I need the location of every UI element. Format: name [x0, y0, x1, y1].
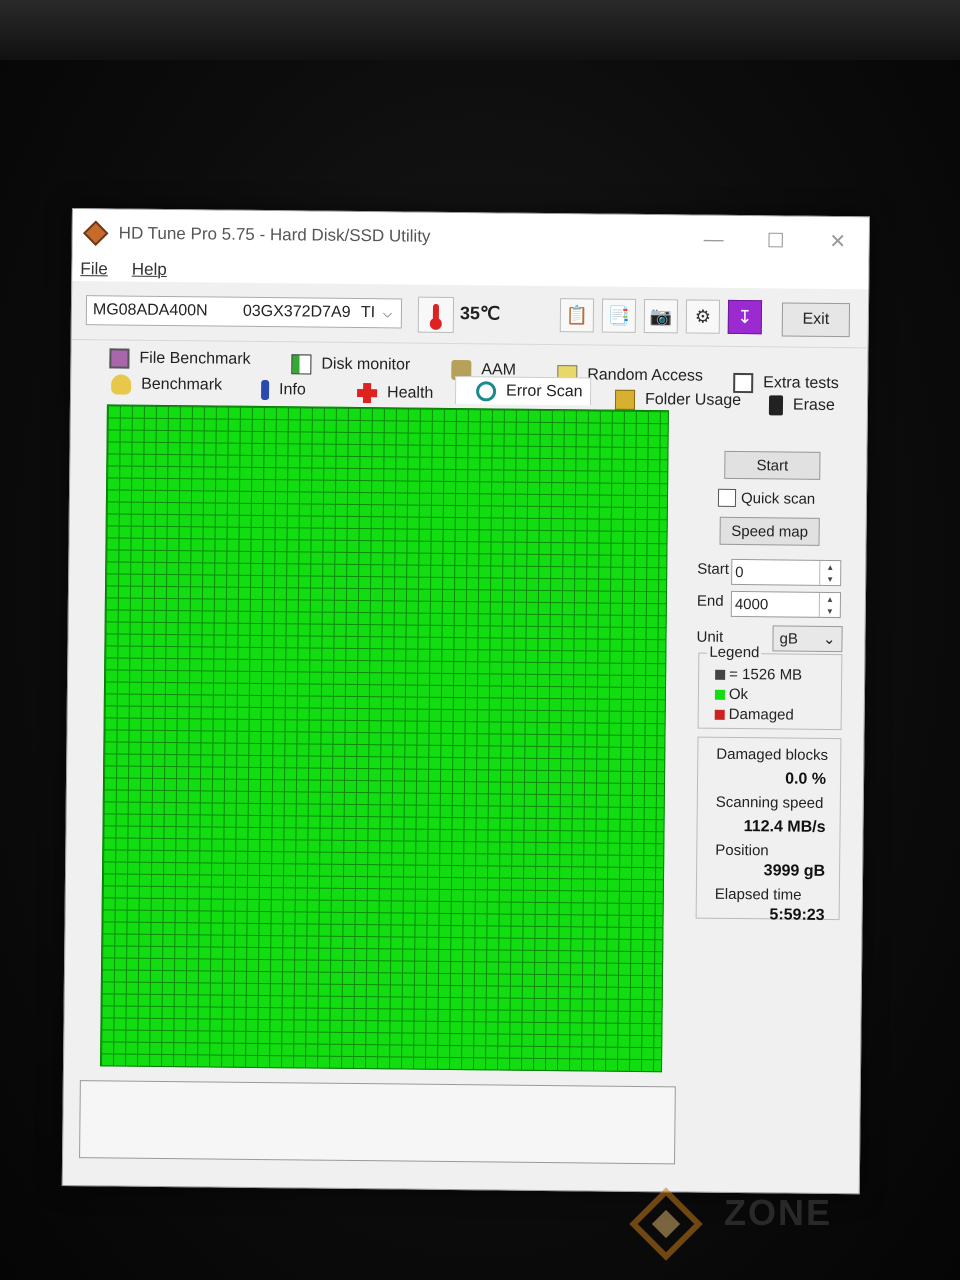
drive-select[interactable]: MG08ADA400N 03GX372D7A9 TI ⌵	[85, 295, 403, 329]
damaged-blocks-value: 0.0 %	[785, 770, 827, 788]
chevron-down-icon: ⌵	[382, 305, 393, 320]
disk-monitor-icon	[291, 354, 312, 375]
tab-label: Folder Usage	[644, 391, 742, 410]
legend-damaged: Damaged	[714, 705, 794, 724]
exit-button[interactable]: Exit	[781, 302, 851, 338]
menu-help[interactable]: Help	[132, 260, 167, 280]
quick-scan-checkbox[interactable]: Quick scan	[717, 488, 816, 508]
tab-disk-monitor[interactable]: Disk monitor	[291, 350, 410, 379]
photo-background	[0, 0, 960, 60]
tab-label: File Benchmark	[139, 349, 251, 368]
unit-select[interactable]: gB ⌄	[772, 625, 843, 653]
watermark-text: ZONE	[724, 1192, 833, 1233]
tab-label: Random Access	[587, 366, 703, 385]
magnifier-icon	[476, 380, 497, 401]
scanning-speed-label: Scanning speed	[715, 793, 824, 812]
thermometer-icon	[417, 296, 455, 334]
tab-label: Disk monitor	[321, 355, 411, 374]
app-icon	[83, 220, 109, 246]
error-scan-panel: Start Quick scan Speed map Start ▲▼ End …	[63, 404, 867, 1188]
close-button[interactable]: ✕	[806, 217, 868, 266]
log-area	[79, 1080, 676, 1165]
tab-info[interactable]: Info	[260, 376, 306, 404]
folder-icon	[614, 389, 636, 410]
tab-label: Health	[386, 384, 434, 402]
tab-benchmark[interactable]: Benchmark	[111, 370, 222, 399]
legend-block-size: = 1526 MB	[715, 666, 802, 684]
watermark-logo: ZONE	[628, 1186, 948, 1276]
tab-label: Info	[279, 381, 306, 399]
tab-label: Benchmark	[141, 375, 223, 394]
window-controls: — ☐ ✕	[682, 215, 868, 265]
scanning-speed-value: 112.4 MB/s	[743, 818, 826, 836]
tab-health[interactable]: Health	[356, 379, 434, 408]
legend-ok: Ok	[714, 685, 749, 704]
checkbox-box[interactable]	[717, 488, 737, 507]
end-field[interactable]: ▲▼	[730, 590, 842, 619]
title-bar: HD Tune Pro 5.75 - Hard Disk/SSD Utility…	[72, 209, 869, 266]
chevron-down-icon: ⌄	[822, 630, 836, 649]
legend-title: Legend	[707, 643, 762, 662]
elapsed-time-label: Elapsed time	[714, 885, 802, 904]
scan-stats: Damaged blocks 0.0 % Scanning speed 112.…	[695, 736, 842, 924]
end-input[interactable]	[731, 594, 817, 615]
damaged-swatch	[714, 709, 725, 720]
drive-serial: 03GX372D7A9	[242, 302, 351, 321]
damaged-text: Damaged	[728, 705, 794, 724]
ok-text: Ok	[728, 685, 749, 704]
window-title: HD Tune Pro 5.75 - Hard Disk/SSD Utility	[118, 223, 431, 246]
health-cross-icon	[356, 382, 378, 404]
tab-error-scan[interactable]: Error Scan	[454, 376, 592, 406]
end-spinner[interactable]: ▲ ▼	[818, 592, 841, 618]
tab-label: Error Scan	[506, 382, 583, 400]
app-window: HD Tune Pro 5.75 - Hard Disk/SSD Utility…	[61, 208, 870, 1195]
start-spinner[interactable]: ▲ ▼	[819, 560, 841, 586]
maximize-button[interactable]: ☐	[744, 216, 806, 265]
lightbulb-icon	[111, 374, 132, 395]
unit-value: gB	[779, 629, 798, 648]
speed-map-button[interactable]: Speed map	[719, 516, 820, 546]
start-field[interactable]: ▲▼	[731, 558, 842, 587]
ok-swatch	[714, 689, 725, 700]
damaged-blocks-label: Damaged blocks	[716, 745, 829, 764]
start-input[interactable]	[732, 562, 818, 583]
block-size-text: = 1526 MB	[729, 665, 803, 684]
block-map	[100, 404, 669, 1073]
toolbar: MG08ADA400N 03GX372D7A9 TI ⌵ 35℃ 📋 📑 📷 ⚙…	[71, 281, 869, 349]
quick-scan-label: Quick scan	[740, 489, 816, 508]
drive-suffix: TI	[360, 304, 376, 322]
camera-icon[interactable]: 📷	[643, 298, 679, 334]
elapsed-time-value: 5:59:23	[769, 906, 825, 924]
minimize-button[interactable]: —	[682, 215, 744, 264]
file-benchmark-icon	[109, 348, 130, 369]
start-label: Start	[697, 560, 730, 578]
temperature-readout: 35℃	[459, 303, 501, 324]
save-download-icon[interactable]: ↧	[727, 299, 763, 335]
position-label: Position	[715, 841, 769, 860]
legend-box: Legend = 1526 MB Ok Damaged	[697, 643, 843, 731]
tab-label: Extra tests	[763, 374, 839, 393]
tab-strip: File Benchmark Disk monitor AAM Random A…	[71, 340, 868, 416]
drive-model: MG08ADA400N	[92, 301, 208, 320]
end-label: End	[696, 592, 724, 610]
start-scan-button[interactable]: Start	[724, 450, 821, 480]
copy-text-icon[interactable]: 📋	[559, 298, 595, 333]
options-icon[interactable]: ⚙	[685, 299, 721, 334]
block-swatch	[715, 669, 726, 680]
info-icon	[260, 379, 270, 401]
tab-file-benchmark[interactable]: File Benchmark	[109, 344, 251, 373]
menu-file[interactable]: File	[80, 259, 108, 279]
copy-screenshot-icon[interactable]: 📑	[601, 298, 637, 333]
position-value: 3999 gB	[763, 862, 826, 880]
